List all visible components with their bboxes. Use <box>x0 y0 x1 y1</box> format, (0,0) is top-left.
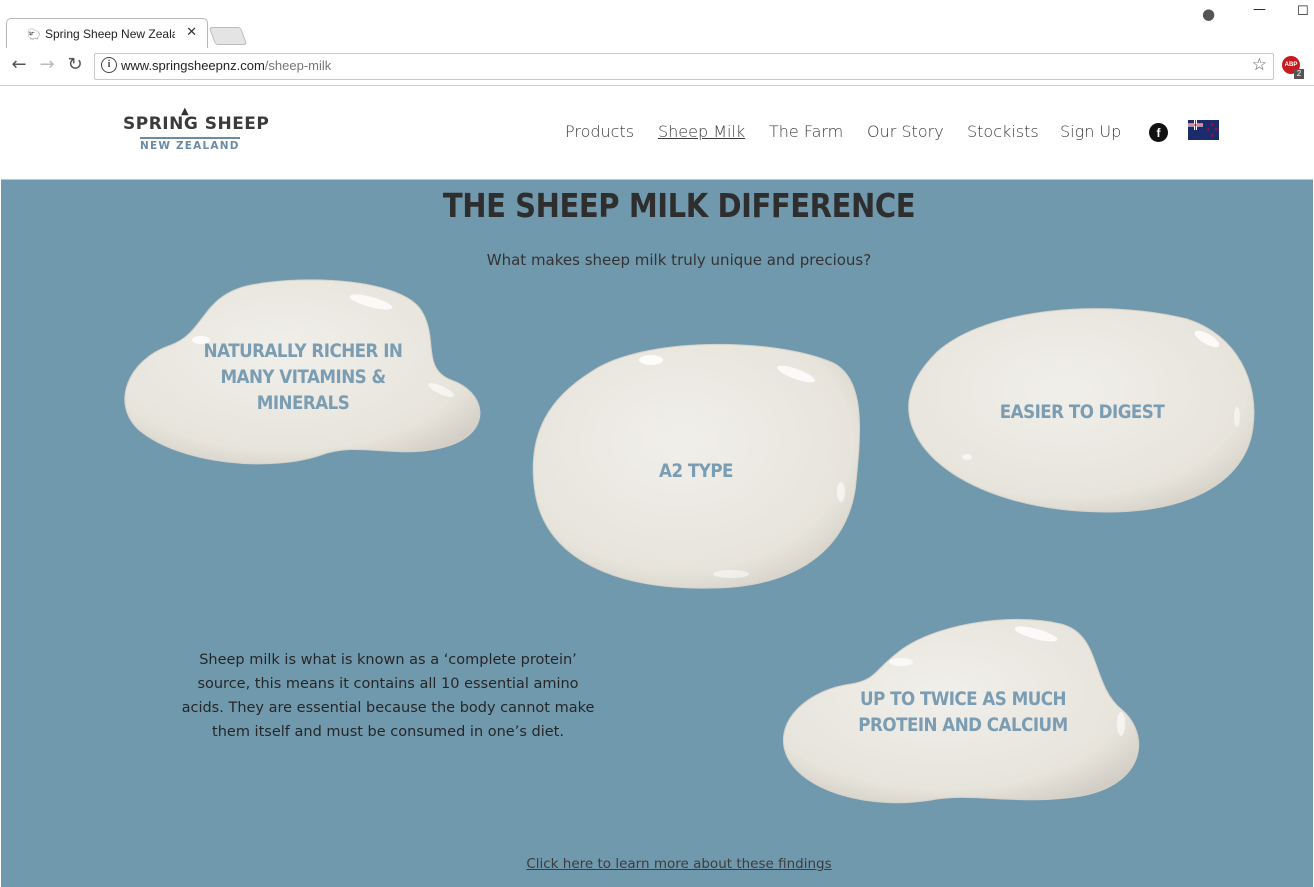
site-header: ▲ SPRING SHEEP NEW ZEALAND Products Shee… <box>1 86 1313 180</box>
milk-drop-protein: UP TO TWICE AS MUCH PROTEIN AND CALCIUM <box>781 614 1145 804</box>
blob-label: UP TO TWICE AS MUCH PROTEIN AND CALCIUM <box>803 686 1123 738</box>
blob-label: A2 TYPE <box>551 458 841 484</box>
blob-label-line: EASIER TO DIGEST <box>999 401 1165 423</box>
milk-drop-a2: A2 TYPE <box>531 342 861 590</box>
blob-label-line: PROTEIN AND CALCIUM <box>858 714 1068 736</box>
bookmark-star-icon[interactable]: ☆ <box>1252 55 1267 75</box>
logo-brand-text: SPRING SHEEP <box>123 114 270 134</box>
reload-icon[interactable]: ↻ <box>64 54 86 75</box>
nav-our-story[interactable]: Our Story <box>867 122 944 141</box>
adblock-count-badge: 2 <box>1294 69 1304 79</box>
blob-label-line: NATURALLY RICHER IN <box>203 340 403 362</box>
blob-label: NATURALLY RICHER IN MANY VITAMINS & MINE… <box>143 338 463 416</box>
facebook-icon[interactable]: f <box>1149 123 1168 142</box>
blob-label: EASIER TO DIGEST <box>928 399 1236 425</box>
info-icon[interactable]: i <box>101 57 117 73</box>
minimize-icon[interactable]: — <box>1253 2 1266 17</box>
logo-sub-text: NEW ZEALAND <box>140 137 240 152</box>
url-host: www.springsheepnz.com <box>121 58 265 73</box>
sheep-favicon-icon: 🐑 <box>27 28 41 41</box>
new-zealand-flag-icon[interactable]: ★ ★ ★ ★ <box>1188 120 1219 140</box>
profile-icon[interactable]: ● <box>1202 5 1215 23</box>
nav-the-farm[interactable]: The Farm <box>769 122 843 141</box>
maximize-icon[interactable]: ☐ <box>1297 4 1309 19</box>
page-title: THE SHEEP MILK DIFFERENCE <box>442 186 916 225</box>
complete-protein-paragraph: Sheep milk is what is known as a ‘comple… <box>181 652 595 740</box>
close-tab-icon[interactable]: ✕ <box>186 25 197 40</box>
new-tab-button[interactable] <box>208 27 248 45</box>
milk-drop-digest: EASIER TO DIGEST <box>907 307 1257 513</box>
url-text: www.springsheepnz.com/sheep-milk <box>121 58 331 73</box>
nav-stockists[interactable]: Stockists <box>967 122 1039 141</box>
tab-title: Spring Sheep New Zeala <box>45 27 175 41</box>
flag-star: ★ <box>1210 133 1215 139</box>
flag-union-jack-red <box>1188 120 1203 130</box>
tab-strip: 🐑 Spring Sheep New Zeala ✕ ● — ☐ <box>0 0 1314 49</box>
blob-label-line: UP TO TWICE AS MUCH <box>860 688 1066 710</box>
forward-icon[interactable]: → <box>36 54 58 75</box>
spring-sheep-logo[interactable]: ▲ SPRING SHEEP NEW ZEALAND <box>123 106 269 152</box>
nav-sign-up[interactable]: Sign Up <box>1060 122 1121 141</box>
page-subtitle: What makes sheep milk truly unique and p… <box>486 251 872 269</box>
browser-tab[interactable]: 🐑 Spring Sheep New Zeala ✕ <box>6 18 208 49</box>
nav-products[interactable]: Products <box>565 122 634 141</box>
address-bar-row: ← → ↻ i www.springsheepnz.com/sheep-milk… <box>0 48 1314 85</box>
findings-link[interactable]: Click here to learn more about these fin… <box>1 856 1314 872</box>
blob-label-line: MINERALS <box>256 392 350 414</box>
flag-star: ★ <box>1214 127 1219 133</box>
browser-chrome: 🐑 Spring Sheep New Zeala ✕ ● — ☐ ← → ↻ i… <box>0 0 1314 86</box>
sheep-milk-section: THE SHEEP MILK DIFFERENCE What makes she… <box>1 180 1313 887</box>
blob-label-line: A2 TYPE <box>659 460 733 482</box>
back-icon[interactable]: ← <box>8 54 30 75</box>
blob-label-line: MANY VITAMINS & <box>220 366 386 388</box>
address-input[interactable]: i www.springsheepnz.com/sheep-milk ☆ <box>94 53 1274 80</box>
nav-sheep-milk[interactable]: Sheep Milk <box>658 122 745 141</box>
url-path: /sheep-milk <box>264 58 332 73</box>
milk-drop-vitamins: NATURALLY RICHER IN MANY VITAMINS & MINE… <box>121 279 485 466</box>
